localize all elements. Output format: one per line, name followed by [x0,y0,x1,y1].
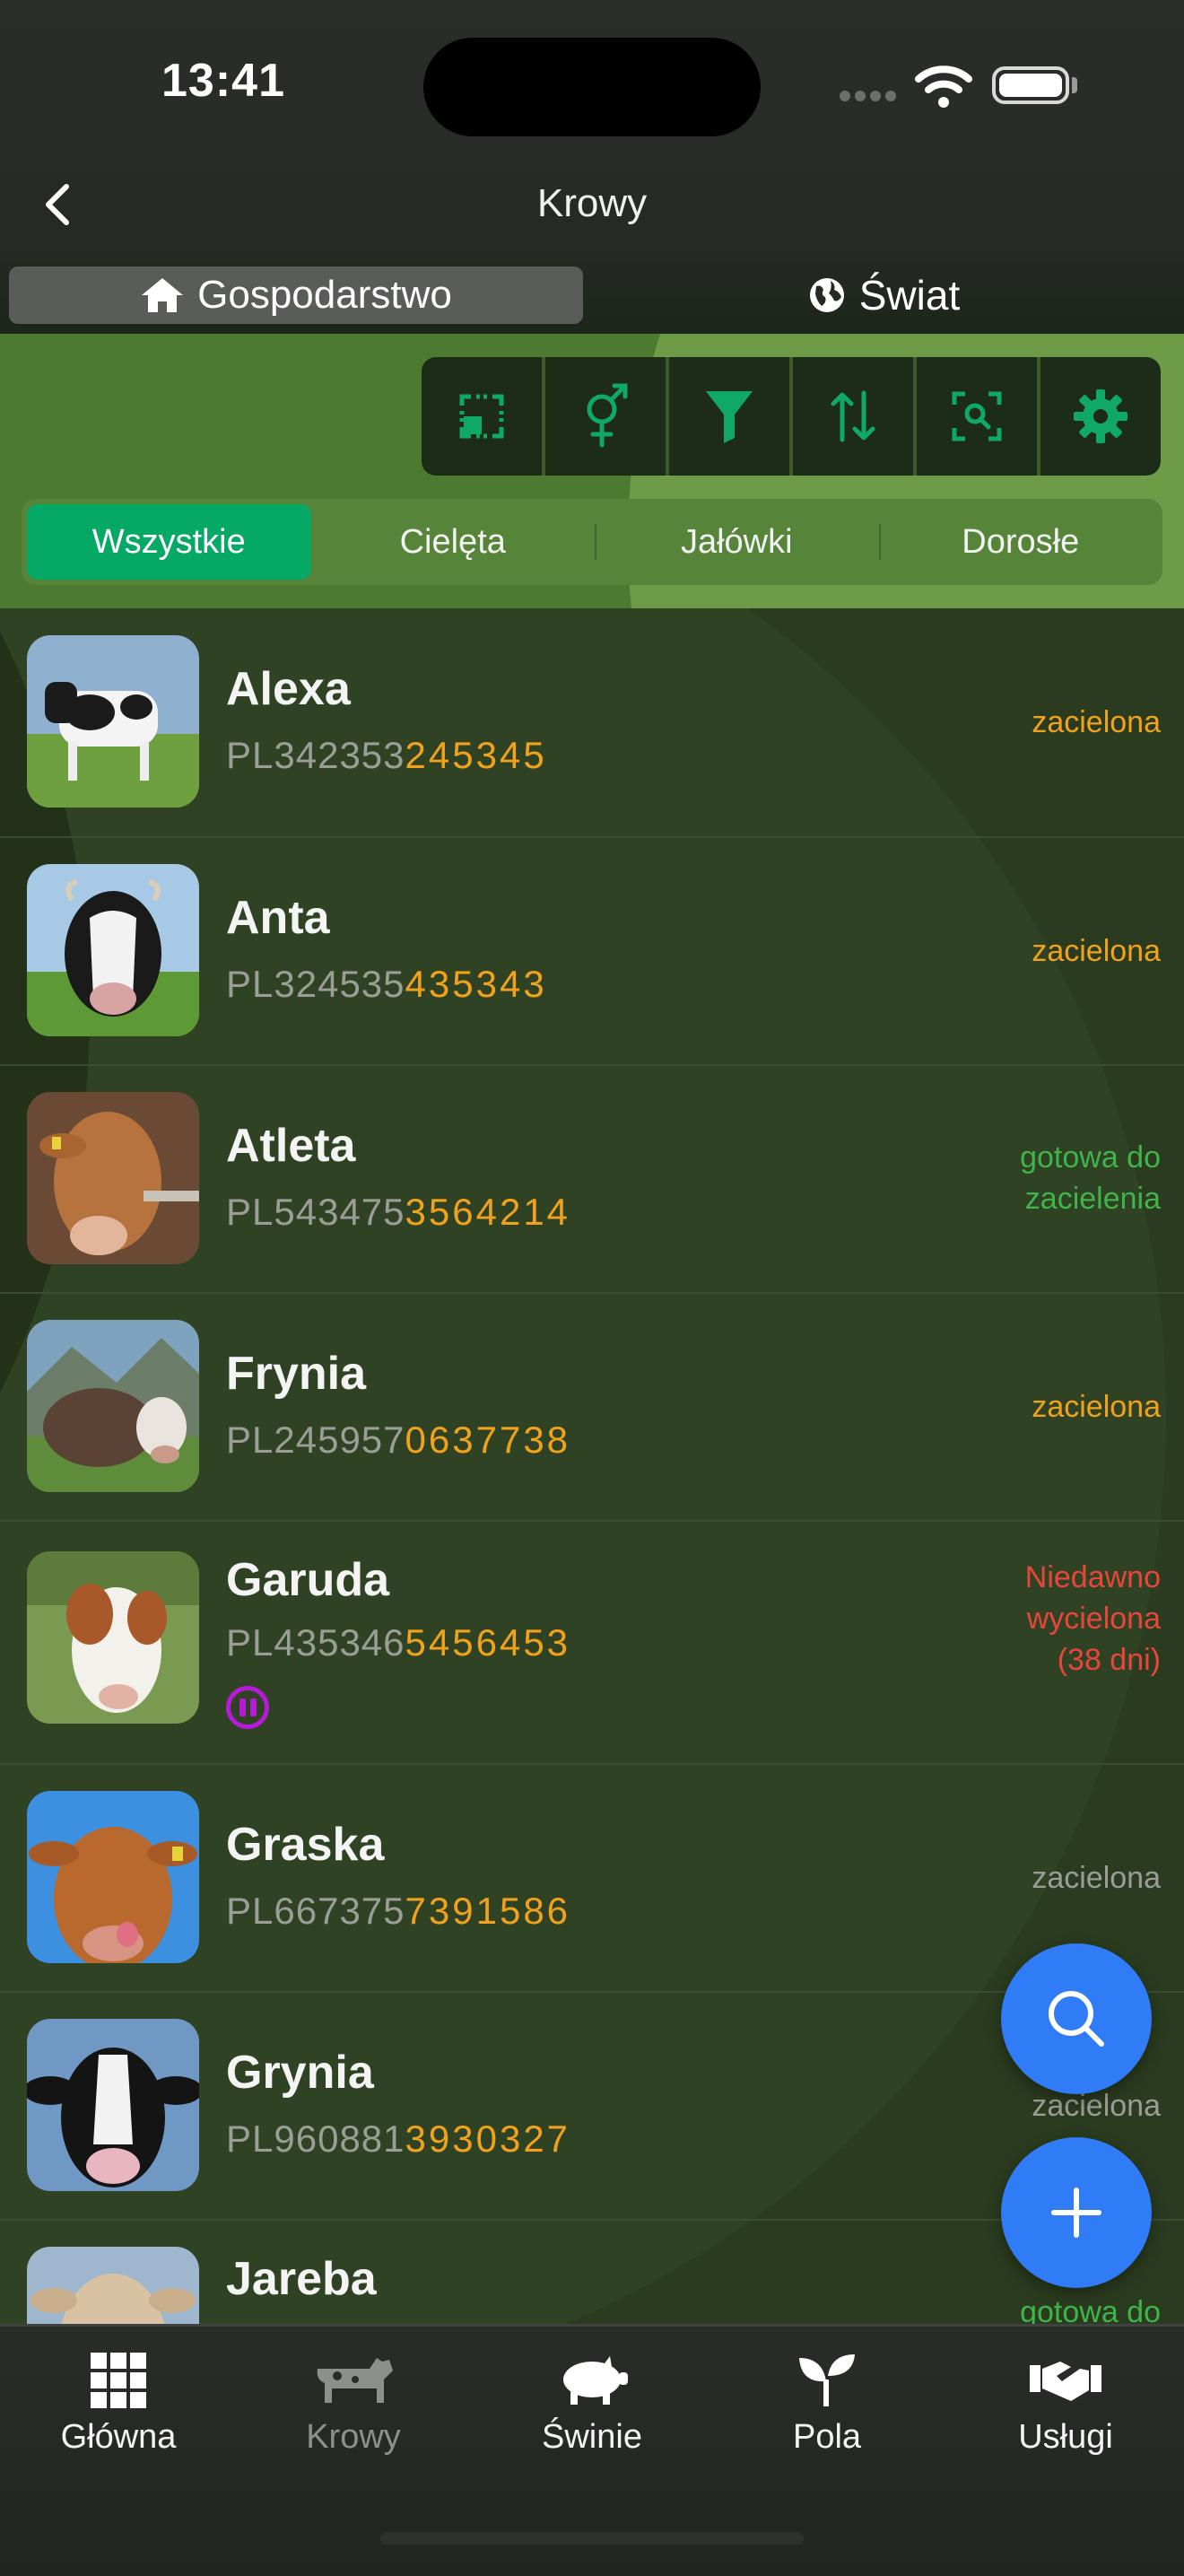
cow-row-anta[interactable]: Anta PL324535435343 zacielona [0,837,1184,1066]
nav-item-glowna[interactable]: Główna [20,2353,217,2457]
wifi-icon [915,63,972,112]
cow-name: Graska [226,1819,385,1871]
globe-icon [809,278,844,312]
tab-wszystkie[interactable]: Wszystkie [27,504,311,580]
cow-photo [27,1551,199,1724]
handshake-icon [1030,2362,1101,2401]
segment-gospodarstwo[interactable]: Gospodarstwo [9,266,583,324]
tab-jalowki[interactable]: Jałówki [595,504,879,580]
pig-icon [563,2356,628,2405]
gear-icon [1074,389,1127,443]
sort-icon [831,390,875,442]
battery-icon [992,66,1069,104]
scan-icon [952,391,1002,441]
cow-id: PL5434753564214 [226,1191,571,1233]
cow-id: PL9608813930327 [226,2118,571,2160]
settings-button[interactable] [1040,357,1161,476]
tab-dorosle[interactable]: Dorosłe [878,504,1163,580]
cow-photo [27,1320,199,1492]
cow-status: gotowa do zacielenia [1020,1140,1161,1216]
cow-id: PL6673757391586 [226,1890,571,1932]
cow-row-atleta[interactable]: Atleta PL5434753564214 gotowa do zaciele… [0,1065,1184,1294]
cow-id: PL2459570637738 [226,1419,571,1461]
cow-photo [27,2247,199,2324]
search-fab[interactable] [1001,1943,1152,2094]
cow-status: zacielona [1032,705,1161,739]
cow-id: PL324535435343 [226,963,547,1005]
cow-name: Frynia [226,1348,367,1400]
nav-item-uslugi[interactable]: Usługi [967,2353,1164,2457]
cow-name: Anta [226,892,330,944]
nav-label: Główna [60,2418,177,2456]
paused-icon [226,1686,269,1729]
cow-id: PL4353465456453 [226,1621,571,1663]
filter-button[interactable] [669,357,793,476]
page-title: Krowy [536,181,648,225]
nav-item-pola[interactable]: Pola [728,2353,926,2457]
segment-label: Gospodarstwo [197,273,452,317]
cow-name: Atleta [226,1120,356,1172]
home-indicator [380,2532,804,2545]
cow-row-frynia[interactable]: Frynia PL2459570637738 zacielona [0,1293,1184,1522]
nav-item-krowy[interactable]: Krowy [255,2353,452,2457]
home-icon [142,278,184,312]
cow-status: zacielona [1032,1861,1161,1895]
search-icon [1049,1991,1104,2047]
cow-photo [27,1791,199,1963]
cow-name: Garuda [226,1554,390,1606]
add-fab[interactable] [1001,2137,1152,2288]
gender-button[interactable] [545,357,669,476]
sprout-icon [799,2354,855,2406]
cow-id: PL342353245345 [226,734,547,776]
cow-row-graska[interactable]: Graska PL6673757391586 zacielona [0,1764,1184,1993]
gender-icon [587,383,628,448]
segment-swiat[interactable]: Świat [592,266,1175,324]
select-icon [459,394,504,439]
battery-tip [1072,77,1077,93]
category-tabs: Wszystkie Cielęta Jałówki Dorosłe [22,499,1162,585]
dynamic-island [423,38,761,136]
segment-label: Świat [858,272,961,319]
cow-photo [27,635,199,808]
cow-status: Niedawno wycielona (38 dni) [1024,1560,1161,1677]
cow-list: Alexa PL342353245345 zacielona Anta PL32… [0,608,1184,2324]
plus-icon [1051,2187,1101,2238]
nav-label: Usługi [1018,2418,1113,2456]
nav-item-swinie[interactable]: Świnie [493,2353,691,2457]
nav-label: Krowy [306,2418,401,2456]
tab-cieleta[interactable]: Cielęta [311,504,596,580]
toolbar [422,357,1161,476]
cow-row-alexa[interactable]: Alexa PL342353245345 zacielona [0,608,1184,838]
cow-name: Jareba [226,2253,377,2305]
cow-status: zacielona [1032,1390,1161,1424]
cow-icon [317,2358,393,2403]
cow-name: Alexa [226,663,351,715]
sort-button[interactable] [793,357,917,476]
cow-row-garuda[interactable]: Garuda PL4353465456453 Niedawno wycielon… [0,1521,1184,1765]
cow-photo [27,864,199,1036]
grid-icon [91,2353,146,2408]
filter-icon [706,391,753,443]
cow-photo [27,2019,199,2191]
scan-button[interactable] [917,357,1040,476]
nav-label: Pola [792,2418,862,2456]
status-time: 13:41 [161,55,285,107]
cow-photo [27,1092,199,1264]
cow-status: gotowa do [1020,2295,1161,2324]
signal-icon [840,90,901,106]
select-button[interactable] [422,357,545,476]
cow-name: Grynia [226,2047,374,2099]
nav-label: Świnie [542,2418,642,2456]
cow-status: zacielona [1032,934,1161,968]
